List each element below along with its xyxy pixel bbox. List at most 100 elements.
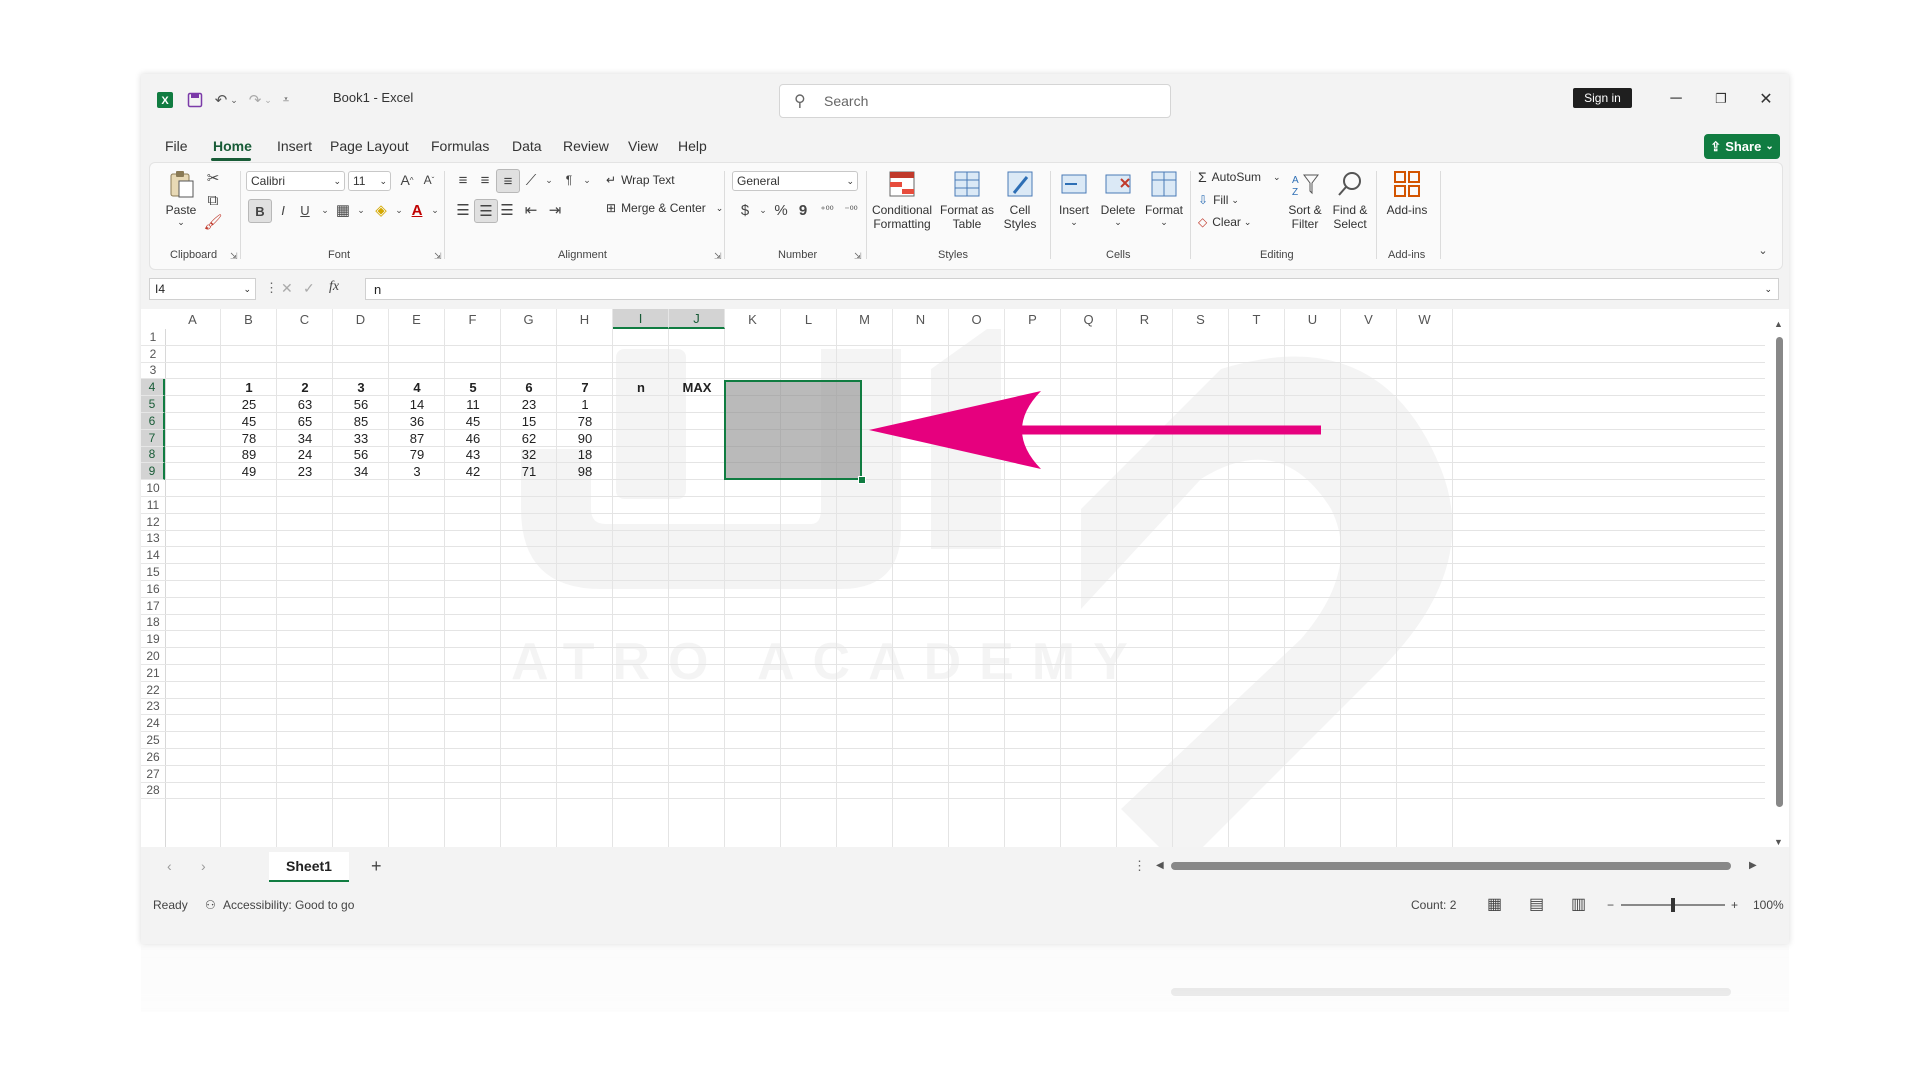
vertical-scroll-thumb[interactable] [1776, 337, 1783, 807]
align-middle-icon[interactable]: ≡ [474, 169, 496, 191]
find-select-button[interactable]: Find & Select [1328, 169, 1372, 231]
scroll-up-icon[interactable]: ▲ [1774, 319, 1783, 329]
redo-icon[interactable]: ↷ [245, 90, 265, 110]
cut-icon[interactable]: ✂ [202, 167, 224, 189]
more-options-icon[interactable]: ⋮ [265, 280, 278, 296]
number-format-select[interactable]: General ⌄ [732, 171, 858, 191]
share-button[interactable]: ⇪ Share ⌄ [1704, 134, 1780, 159]
add-sheet-button[interactable]: + [371, 856, 382, 877]
scroll-right-icon[interactable]: ▶ [1749, 860, 1757, 871]
dialog-launcher-icon[interactable]: ⇲ [230, 251, 238, 262]
clear-button[interactable]: ◇ Clear ⌄ [1198, 215, 1251, 229]
merge-center-button[interactable]: ⊞ Merge & Center ⌄ [606, 201, 723, 215]
dialog-launcher-icon[interactable]: ⇲ [714, 251, 722, 262]
sign-in-button[interactable]: Sign in [1573, 88, 1632, 108]
horizontal-scroll-thumb[interactable] [1171, 862, 1731, 870]
insert-cells-button[interactable]: Insert ⌄ [1054, 169, 1094, 228]
chevron-down-icon[interactable]: ⌄ [350, 199, 372, 221]
zoom-slider-thumb[interactable] [1671, 898, 1675, 912]
tab-help[interactable]: Help [678, 138, 707, 154]
more-options-icon[interactable]: ⋮ [1133, 858, 1146, 874]
align-center-icon[interactable]: ☰ [474, 199, 498, 223]
name-box[interactable]: I4 ⌄ [149, 278, 256, 300]
zoom-out-icon[interactable]: − [1607, 898, 1614, 912]
underline-button[interactable]: U [294, 199, 316, 221]
accessibility-icon[interactable]: ⚇ [205, 898, 216, 912]
tab-review[interactable]: Review [563, 138, 609, 154]
next-sheet-icon[interactable]: › [201, 858, 206, 874]
format-cells-button[interactable]: Format ⌄ [1142, 169, 1186, 228]
zoom-level[interactable]: 100% [1753, 898, 1784, 912]
align-right-icon[interactable]: ☰ [496, 199, 518, 221]
save-icon[interactable] [185, 90, 205, 110]
share-label: Share [1725, 139, 1762, 154]
tab-page-layout[interactable]: Page Layout [330, 138, 409, 154]
format-as-table-button[interactable]: Format as Table [938, 169, 996, 231]
tab-data[interactable]: Data [512, 138, 542, 154]
align-bottom-icon[interactable]: ≡ [496, 169, 520, 193]
page-layout-view-icon[interactable]: ▤ [1529, 894, 1544, 914]
chevron-down-icon[interactable]: ⌄ [576, 169, 598, 191]
font-name-select[interactable]: Calibri ⌄ [246, 171, 345, 191]
vertical-scrollbar[interactable]: ▲ ▼ [1773, 319, 1785, 849]
format-painter-icon[interactable]: 🖌 [202, 211, 224, 233]
dialog-launcher-icon[interactable]: ⇲ [434, 251, 442, 262]
customize-qat-icon[interactable]: ⩡ [279, 90, 293, 110]
dialog-launcher-icon[interactable]: ⇲ [854, 251, 862, 262]
tab-file[interactable]: File [165, 138, 188, 154]
zoom-in-icon[interactable]: + [1731, 898, 1738, 912]
italic-button[interactable]: I [272, 199, 294, 221]
percent-button[interactable]: % [770, 199, 792, 221]
align-top-icon[interactable]: ≡ [452, 169, 474, 191]
delete-cells-button[interactable]: Delete ⌄ [1096, 169, 1140, 228]
conditional-formatting-button[interactable]: Conditional Formatting [870, 169, 934, 231]
formula-input[interactable]: n ⌄ [365, 278, 1779, 300]
reflection-tabs-bar [141, 976, 1789, 1012]
accessibility-status[interactable]: Accessibility: Good to go [223, 898, 354, 912]
confirm-entry-icon[interactable]: ✓ [303, 280, 315, 297]
increase-decimal-icon[interactable]: ⁺⁰⁰ [816, 199, 838, 221]
undo-icon[interactable]: ↶ [211, 90, 231, 110]
chevron-down-icon[interactable]: ⌄ [424, 199, 446, 221]
search-box[interactable]: ⚲ Search [779, 84, 1171, 118]
sheet-tab-sheet1[interactable]: Sheet1 [269, 852, 349, 882]
tab-view[interactable]: View [628, 138, 658, 154]
bold-button[interactable]: B [248, 199, 272, 223]
increase-font-size-icon[interactable]: A ^ [396, 169, 418, 191]
cancel-entry-icon[interactable]: ✕ [281, 280, 293, 297]
undo-dropdown-icon[interactable]: ⌄ [229, 90, 239, 110]
chevron-down-icon[interactable]: ⌄ [538, 169, 560, 191]
wrap-text-button[interactable]: ↵ Wrap Text [606, 173, 675, 187]
copy-icon[interactable]: ⧉ [202, 189, 224, 211]
comma-style-button[interactable]: 9 [792, 199, 814, 221]
tab-home[interactable]: Home [213, 138, 252, 154]
page-break-view-icon[interactable]: ▥ [1571, 894, 1586, 914]
worksheet-grid[interactable]: ATRO ACADEMY ABCDEFGHIJKLMNOPQRSTUVW1234… [141, 309, 1789, 847]
fill-button[interactable]: ⇩ Fill ⌄ [1198, 193, 1239, 207]
increase-indent-icon[interactable]: ⇥ [544, 199, 566, 221]
decrease-font-size-icon[interactable]: Aˇ [418, 169, 440, 191]
collapse-ribbon-icon[interactable]: ⌄ [1752, 239, 1774, 261]
close-icon[interactable]: ✕ [1751, 86, 1781, 112]
restore-icon[interactable]: ❐ [1706, 86, 1736, 112]
scroll-left-icon[interactable]: ◀ [1156, 860, 1164, 871]
decrease-decimal-icon[interactable]: ⁻⁰⁰ [840, 199, 862, 221]
align-left-icon[interactable]: ☰ [452, 199, 474, 221]
prev-sheet-icon[interactable]: ‹ [167, 858, 172, 874]
cell-styles-button[interactable]: Cell Styles [996, 169, 1044, 231]
add-ins-button[interactable]: Add-ins [1382, 169, 1432, 217]
paste-button[interactable]: Paste ⌄ [160, 169, 202, 228]
redo-dropdown-icon[interactable]: ⌄ [263, 90, 273, 110]
decrease-indent-icon[interactable]: ⇤ [520, 199, 542, 221]
tab-insert[interactable]: Insert [277, 138, 312, 154]
zoom-slider[interactable] [1621, 898, 1725, 912]
insert-function-button[interactable]: fx [329, 279, 339, 295]
minimize-icon[interactable]: ─ [1661, 86, 1691, 112]
sort-filter-button[interactable]: AZ Sort & Filter [1284, 169, 1326, 231]
font-size-select[interactable]: 11 ⌄ [348, 171, 391, 191]
reflection-status-bar [141, 946, 1789, 976]
autosum-button[interactable]: Σ AutoSum ⌄ [1198, 169, 1281, 185]
tab-formulas[interactable]: Formulas [431, 138, 489, 154]
scroll-down-icon[interactable]: ▼ [1774, 837, 1783, 847]
normal-view-icon[interactable]: ▦ [1487, 894, 1502, 914]
